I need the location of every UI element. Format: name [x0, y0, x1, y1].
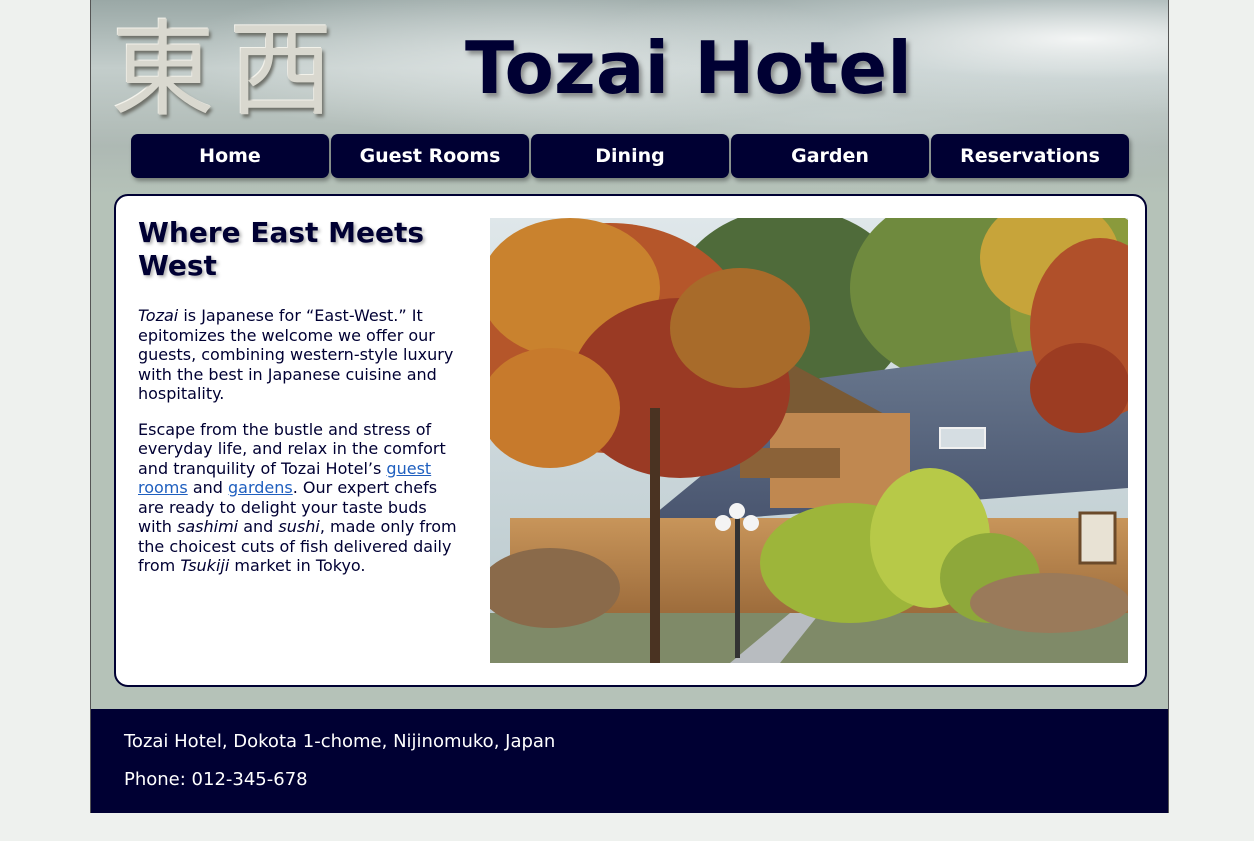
tsukiji-term: Tsukiji [180, 556, 230, 575]
sashimi-term: sashimi [177, 517, 239, 536]
gardens-link[interactable]: gardens [228, 478, 293, 497]
site-title: Tozai Hotel [465, 26, 912, 110]
escape-text-6: market in Tokyo. [229, 556, 366, 575]
article-text: Where East Meets West Tozai is Japanese … [138, 216, 463, 592]
nav-reservations-button[interactable]: Reservations [931, 134, 1129, 178]
page-heading: Where East Meets West [138, 216, 425, 282]
sushi-term: sushi [278, 517, 320, 536]
footer-phone: Phone: 012-345-678 [124, 769, 308, 790]
nav-home-button[interactable]: Home [131, 134, 329, 178]
footer-address: Tozai Hotel, Dokota 1-chome, Nijinomuko,… [124, 731, 556, 752]
intro-term: Tozai [138, 306, 179, 325]
nav-guest-rooms-button[interactable]: Guest Rooms [331, 134, 529, 178]
content-panel: Where East Meets West Tozai is Japanese … [114, 194, 1147, 687]
nav-dining-button[interactable]: Dining [531, 134, 729, 178]
intro-text: is Japanese for “East-West.” It epitomiz… [138, 306, 454, 403]
escape-text-4: and [238, 517, 279, 536]
escape-paragraph: Escape from the bustle and stress of eve… [138, 420, 463, 576]
site-footer: Tozai Hotel, Dokota 1-chome, Nijinomuko,… [91, 709, 1168, 813]
main-nav: Home Guest Rooms Dining Garden Reservati… [131, 134, 1129, 178]
hotel-photo [490, 218, 1128, 663]
kanji-logo: 東西 [111, 9, 348, 131]
hotel-photo-illustration [490, 218, 1128, 663]
intro-paragraph: Tozai is Japanese for “East-West.” It ep… [138, 306, 463, 404]
site-banner: 東西 Tozai Hotel Home Guest Rooms Dining G… [91, 0, 1168, 195]
escape-text-2: and [187, 478, 229, 497]
page-wrapper: 東西 Tozai Hotel Home Guest Rooms Dining G… [90, 0, 1169, 813]
nav-garden-button[interactable]: Garden [731, 134, 929, 178]
